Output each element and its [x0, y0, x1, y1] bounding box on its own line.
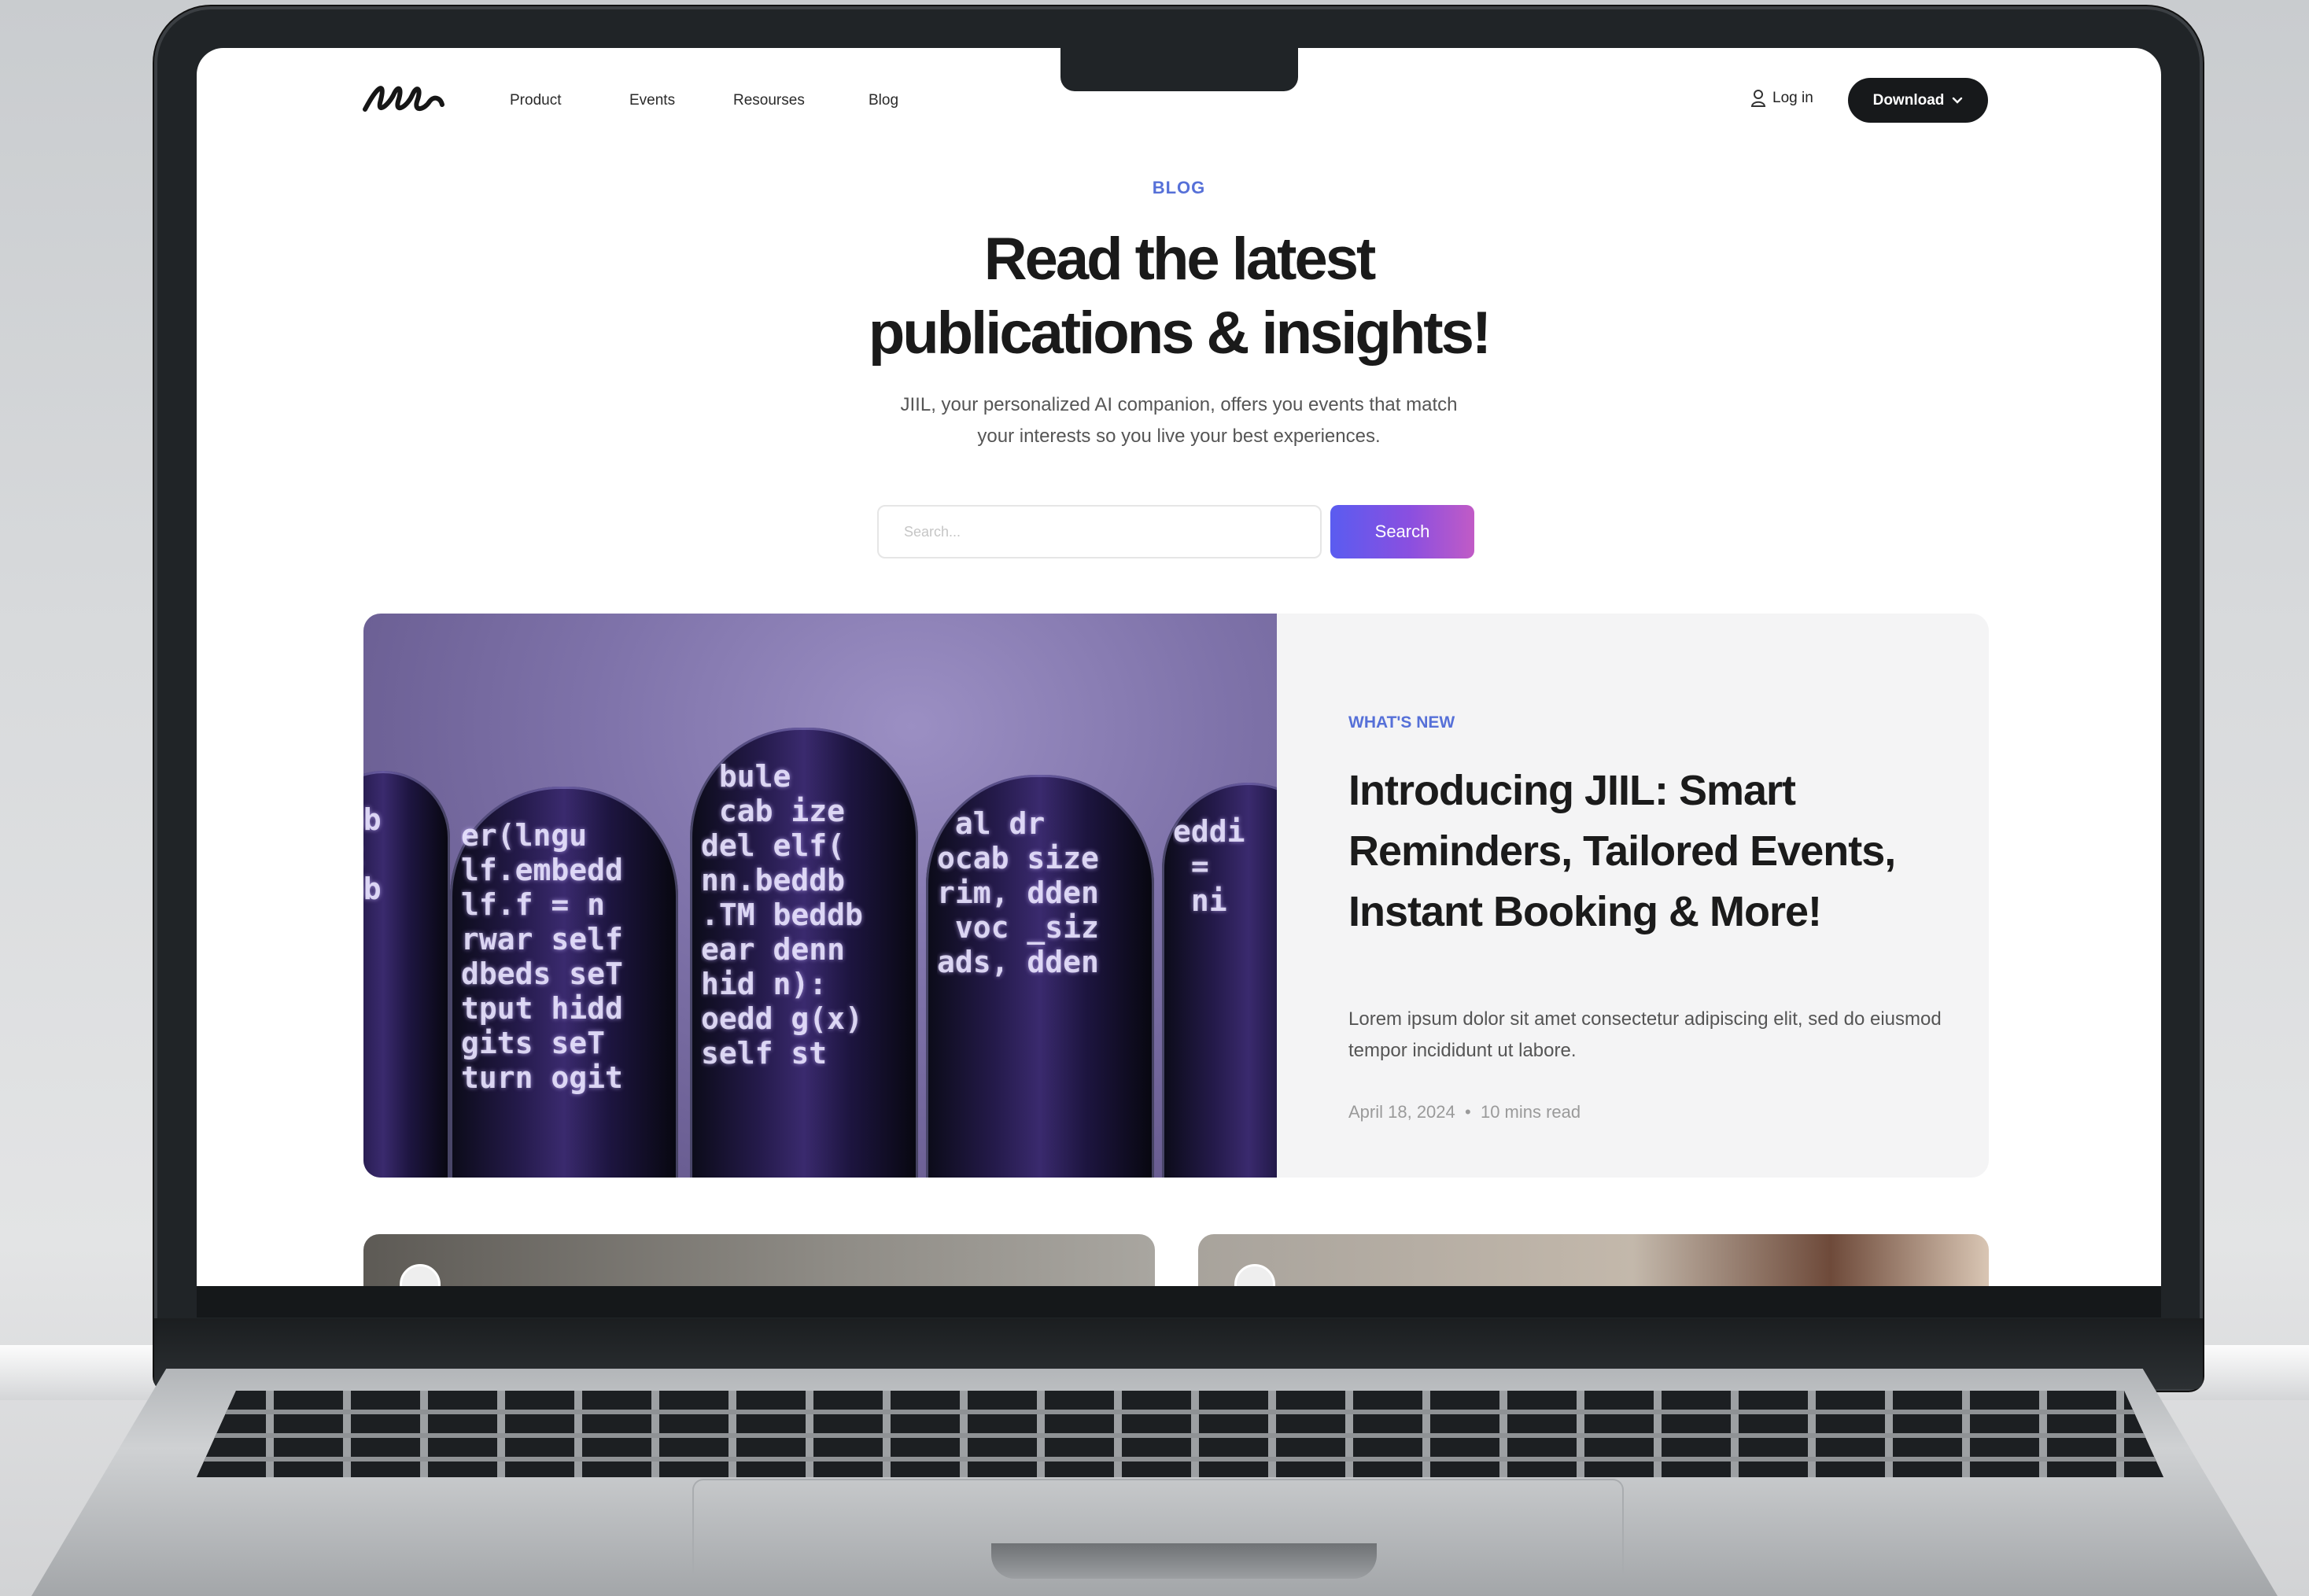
post-meta: April 18, 2024 • 10 mins read	[1348, 1102, 1581, 1122]
meta-separator: •	[1459, 1102, 1476, 1122]
login-link[interactable]: Log in	[1750, 89, 1813, 108]
glass-capsule: eddi = ni	[1162, 783, 1277, 1178]
glass-capsule: er(lngu lf.embedd lf.f = n rwar self dbe…	[450, 787, 678, 1178]
blog-eyebrow: BLOG	[1152, 178, 1206, 197]
subtitle-line-2: your interests so you live your best exp…	[977, 426, 1381, 447]
glass-capsule: al dr ocab size rim, dden voc _siz ads, …	[926, 775, 1154, 1178]
author-avatar	[400, 1264, 441, 1286]
hero-subtitle: JIIL, your personalized AI companion, of…	[197, 389, 2161, 452]
nav-events[interactable]: Events	[629, 92, 675, 109]
nav-blog[interactable]: Blog	[869, 92, 898, 109]
search-button[interactable]: Search	[1330, 505, 1474, 558]
blog-card[interactable]	[363, 1234, 1155, 1286]
download-button[interactable]: Download	[1848, 78, 1988, 123]
jiil-logo[interactable]	[362, 78, 445, 121]
blog-card[interactable]	[1198, 1234, 1989, 1286]
author-avatar	[1234, 1264, 1275, 1286]
glass-capsule: bule cab ize del elf( nn.beddb .TM beddb…	[690, 728, 918, 1178]
featured-post-card[interactable]: dob ok dob er(lngu lf.embedd lf.f = n rw…	[363, 614, 1989, 1178]
user-icon	[1750, 90, 1766, 107]
featured-post-image: dob ok dob er(lngu lf.embedd lf.f = n rw…	[363, 614, 1277, 1178]
login-label: Log in	[1772, 90, 1813, 106]
subtitle-line-1: JIIL, your personalized AI companion, of…	[900, 394, 1458, 415]
logo-script-icon	[363, 86, 444, 112]
headline-line-2: publications & insights!	[868, 300, 1492, 367]
search-input[interactable]	[877, 505, 1322, 558]
laptop-opening-notch	[991, 1543, 1377, 1579]
screen-chin	[197, 1286, 2161, 1318]
nav-resourses[interactable]: Resourses	[733, 92, 805, 109]
laptop-screen: Product Events Resourses Blog Log in Dow…	[197, 48, 2161, 1286]
post-title[interactable]: Introducing JIIL: Smart Reminders, Tailo…	[1348, 761, 1946, 942]
glass-capsule: dob ok dob	[363, 771, 450, 1178]
chevron-down-icon	[1953, 97, 1963, 104]
nav-product[interactable]: Product	[510, 92, 561, 109]
keyboard	[197, 1391, 2163, 1477]
page-headline: Read the latest publications & insights!	[197, 223, 2161, 370]
headline-line-1: Read the latest	[983, 226, 1377, 293]
post-date: April 18, 2024	[1348, 1102, 1455, 1122]
post-excerpt: Lorem ipsum dolor sit amet consectetur a…	[1348, 1008, 1942, 1061]
camera-notch	[1060, 48, 1298, 91]
post-category-tag: WHAT'S NEW	[1348, 713, 1455, 732]
post-read-time: 10 mins read	[1480, 1102, 1581, 1122]
download-label: Download	[1872, 91, 1945, 109]
